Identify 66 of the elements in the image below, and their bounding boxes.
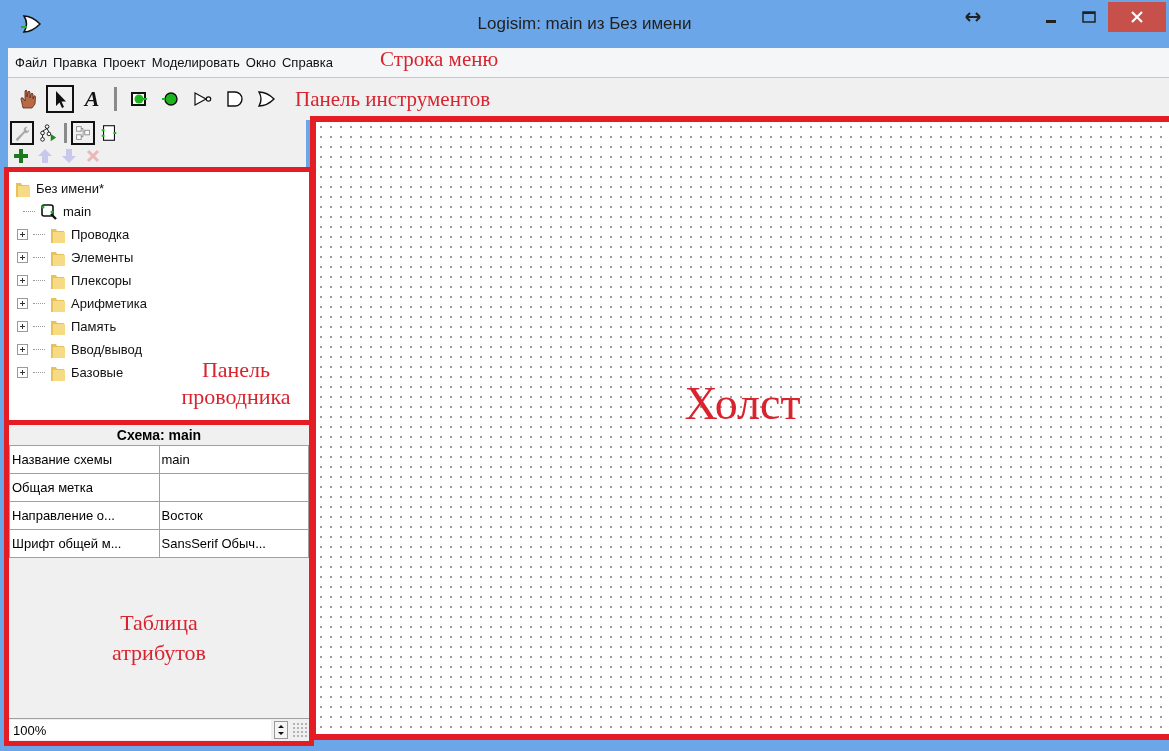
down-arrow-icon bbox=[60, 147, 78, 165]
attribute-name: Название схемы bbox=[9, 445, 159, 474]
double-arrow-icon bbox=[965, 12, 981, 22]
tree-item[interactable]: Ввод/вывод bbox=[71, 342, 143, 357]
annotation-label: Холст bbox=[684, 376, 801, 430]
plus-icon bbox=[18, 322, 27, 331]
window-title: Logisim: main из Без имени bbox=[477, 14, 692, 33]
tree-item[interactable]: Базовые bbox=[71, 365, 124, 380]
annotation-label: Таблица атрибутов bbox=[111, 609, 207, 667]
tree-item[interactable]: Память bbox=[71, 319, 117, 334]
canvas[interactable]: Холст bbox=[310, 116, 1169, 740]
attribute-value[interactable]: main bbox=[159, 445, 309, 474]
arrow-tool-button[interactable] bbox=[46, 85, 74, 113]
tree-item[interactable]: Без имени* bbox=[36, 181, 104, 196]
menu-item[interactable]: Моделировать bbox=[148, 55, 243, 70]
expand-icon[interactable] bbox=[17, 229, 28, 240]
hand-icon bbox=[17, 88, 39, 110]
and-gate-icon bbox=[224, 88, 246, 110]
tree-item[interactable]: Элементы bbox=[71, 250, 134, 265]
wrench-view-button[interactable] bbox=[10, 120, 34, 145]
text-tool-button[interactable]: A bbox=[78, 85, 106, 113]
circuit-icon bbox=[40, 202, 58, 221]
expand-icon[interactable] bbox=[17, 298, 28, 309]
app-logo-icon bbox=[20, 13, 42, 35]
spinner-icon[interactable] bbox=[274, 721, 288, 739]
plus-icon bbox=[18, 276, 27, 285]
expand-icon[interactable] bbox=[17, 344, 28, 355]
menu-item[interactable]: Справка bbox=[279, 55, 336, 70]
tree-item[interactable]: main bbox=[63, 204, 92, 219]
expand-icon[interactable] bbox=[17, 252, 28, 263]
maximize-icon bbox=[1082, 11, 1096, 23]
attribute-value[interactable]: Восток bbox=[159, 501, 309, 530]
annotation-label: Строка меню bbox=[380, 47, 499, 72]
delete-icon bbox=[84, 147, 102, 165]
expand-icon[interactable] bbox=[17, 275, 28, 286]
attribute-value[interactable]: SansSerif Обыч... bbox=[159, 529, 309, 558]
tree-icon bbox=[38, 121, 58, 144]
attribute-name: Шрифт общей м... bbox=[9, 529, 159, 558]
attribute-name: Общая метка bbox=[9, 473, 159, 502]
plus-icon bbox=[18, 299, 27, 308]
expand-icon[interactable] bbox=[17, 367, 28, 378]
layout-view-button[interactable] bbox=[71, 120, 95, 145]
attribute-name: Направление о... bbox=[9, 501, 159, 530]
menu-item[interactable]: Окно bbox=[242, 55, 279, 70]
menu-item[interactable]: Файл bbox=[12, 55, 50, 70]
plus-icon bbox=[18, 345, 27, 354]
close-button[interactable] bbox=[1108, 2, 1166, 32]
tree-item[interactable]: Арифметика bbox=[71, 296, 147, 311]
plus-icon bbox=[18, 368, 27, 377]
zoom-field[interactable]: 100% bbox=[9, 720, 271, 740]
minimize-icon bbox=[1046, 19, 1056, 23]
menu-item[interactable]: Проект bbox=[99, 55, 149, 70]
plus-icon bbox=[12, 147, 30, 165]
attribute-value[interactable] bbox=[159, 473, 309, 502]
close-icon bbox=[1131, 11, 1143, 23]
tree-item[interactable]: Плексоры bbox=[71, 273, 132, 288]
tree-item[interactable]: Проводка bbox=[71, 227, 130, 242]
add-button[interactable] bbox=[12, 147, 30, 165]
annotation-label: Панель проводника bbox=[180, 356, 292, 410]
annotation-label: Панель инструментов bbox=[295, 86, 491, 112]
plus-icon bbox=[18, 253, 27, 262]
up-arrow-icon bbox=[36, 147, 54, 165]
attribute-table-title: Схема: main bbox=[115, 426, 203, 445]
menu-item[interactable]: Правка bbox=[49, 55, 100, 70]
expand-icon[interactable] bbox=[17, 321, 28, 332]
plus-icon bbox=[18, 230, 27, 239]
